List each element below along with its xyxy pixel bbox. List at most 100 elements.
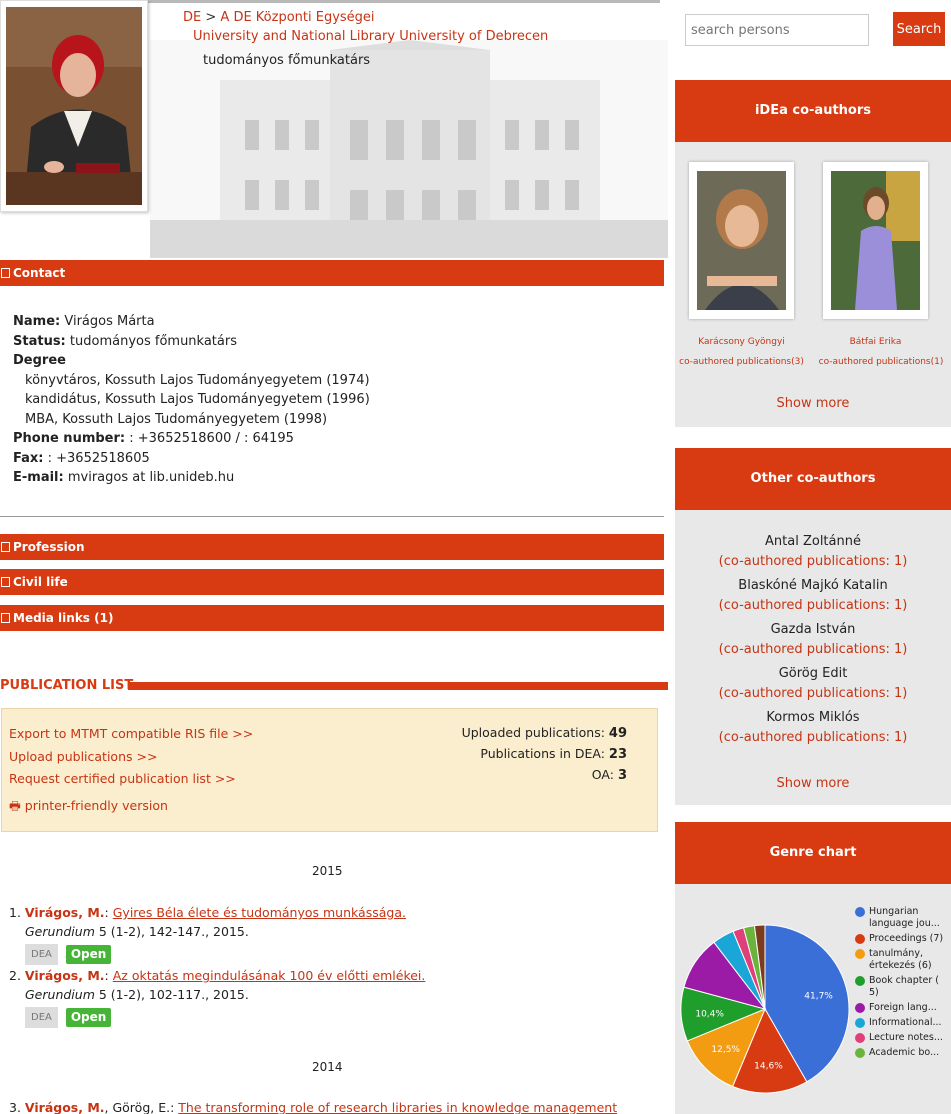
pie-slice-label: 41,7%: [804, 992, 833, 1002]
legend-item[interactable]: Foreign lang...: [855, 1002, 951, 1014]
fax-label: Fax:: [13, 450, 44, 466]
show-more-idea-link[interactable]: Show more: [675, 396, 951, 411]
genre-pie-chart: 41,7% 14,6% 12,5% 10,4%: [680, 924, 850, 1094]
genre-chart-title: Genre chart: [675, 822, 951, 884]
publication-details: 5 (1-2), 142-147., 2015.: [98, 924, 249, 939]
author-link[interactable]: Virágos, M.: [25, 968, 105, 983]
legend-item[interactable]: Proceedings (7): [855, 933, 951, 945]
divider: [0, 516, 664, 517]
coauthor-name-link[interactable]: Bátfai Erika: [823, 337, 928, 347]
publication-item: 1. Virágos, M.: Gyires Béla élete és tud…: [9, 903, 659, 965]
oa-count: 3: [617, 768, 627, 783]
coauthor-photo-batfai[interactable]: [823, 162, 928, 319]
legend-dot-icon: [855, 1003, 865, 1013]
item-number: 1.: [9, 905, 21, 920]
coauthor-name: Blaskóné Majkó Katalin: [738, 578, 888, 593]
coauthored-publications-link[interactable]: (co-authored publications: 1): [675, 684, 951, 704]
legend-item[interactable]: Informational...: [855, 1017, 951, 1029]
coauthor-name-link[interactable]: Karácsony Gyöngyi: [689, 337, 794, 347]
phone-label: Phone number:: [13, 431, 126, 446]
legend-label: Academic bo...: [869, 1047, 940, 1058]
legend-label: Informational...: [869, 1017, 942, 1028]
title-underline: [128, 682, 668, 690]
item-number: 3.: [9, 1100, 21, 1114]
export-ris-link[interactable]: Export to MTMT compatible RIS file >>: [9, 726, 253, 741]
dea-badge[interactable]: DEA: [25, 944, 58, 965]
collapse-square-icon: [1, 577, 10, 587]
phone-value: : +3652518600 / : 64195: [129, 431, 294, 446]
contact-section-toggle[interactable]: Contact: [0, 260, 664, 286]
coauthored-publications-link[interactable]: (co-authored publications: 1): [675, 728, 951, 748]
show-more-other-link[interactable]: Show more: [675, 776, 951, 791]
legend-item[interactable]: Book chapter ( 5): [855, 975, 951, 999]
publication-list-title: PUBLICATION LIST: [0, 678, 134, 693]
legend-dot-icon: [855, 1033, 865, 1043]
legend-label: Foreign lang...: [869, 1002, 937, 1013]
email-label: E-mail:: [13, 470, 64, 485]
legend-label: Book chapter ( 5): [869, 975, 939, 998]
idea-coauthors-title: iDEa co-authors: [675, 80, 951, 142]
publication-details: 5 (1-2), 102-117., 2015.: [98, 987, 249, 1002]
breadcrumb-link-de[interactable]: DE: [183, 10, 201, 25]
idea-coauthors-panel: iDEa co-authors Karácsony Gyöngyi co-aut…: [675, 80, 951, 427]
legend-dot-icon: [855, 1048, 865, 1058]
legend-label: Hungarian language jou...: [869, 906, 940, 929]
oa-label: OA:: [591, 767, 614, 782]
printer-friendly-link[interactable]: 🖶 printer-friendly version: [9, 797, 168, 818]
coauthored-publications-link[interactable]: (co-authored publications: 1): [675, 640, 951, 660]
coauthor-text: , Görög, E.:: [104, 1100, 175, 1114]
author-link[interactable]: Virágos, M.: [25, 1100, 105, 1114]
coauthor-name: Kormos Miklós: [766, 710, 860, 725]
printer-friendly-label: printer-friendly version: [24, 798, 168, 813]
uploaded-label: Uploaded publications:: [461, 725, 605, 740]
coauthored-publications-link[interactable]: co-authored publications(1): [817, 357, 945, 367]
item-number: 2.: [9, 968, 21, 983]
degree-item: kandidátus, Kossuth Lajos Tudományegyete…: [25, 392, 370, 407]
status-label: Status:: [13, 333, 66, 349]
media-links-section-toggle[interactable]: Media links (1): [0, 605, 664, 631]
contact-details: Name: Virágos Márta Status: tudományos f…: [13, 312, 653, 488]
degree-item: könyvtáros, Kossuth Lajos Tudományegyete…: [25, 372, 370, 388]
coauthored-publications-link[interactable]: co-authored publications(3): [679, 357, 804, 367]
author-separator: :: [104, 968, 109, 983]
name-value: Virágos Márta: [64, 314, 155, 329]
institution-link[interactable]: University and National Library Universi…: [193, 29, 548, 44]
status-value: tudományos főmunkatárs: [69, 333, 237, 349]
publication-title-link[interactable]: Gyires Béla élete és tudományos munkássá…: [113, 905, 406, 920]
uploaded-count: 49: [608, 726, 627, 741]
coauthored-publications-link[interactable]: (co-authored publications: 1): [675, 596, 951, 616]
legend-item[interactable]: Lecture notes...: [855, 1032, 951, 1044]
legend-dot-icon: [855, 949, 865, 959]
legend-dot-icon: [855, 934, 865, 944]
publication-title-link[interactable]: Az oktatás megindulásának 100 év előtti …: [113, 968, 426, 983]
dea-count: 23: [608, 747, 627, 762]
open-access-badge[interactable]: Open: [65, 1008, 112, 1027]
coauthor-name: Gazda István: [770, 622, 856, 637]
publication-title-link[interactable]: The transforming role of research librar…: [178, 1100, 617, 1114]
search-button[interactable]: Search: [893, 12, 945, 46]
upload-publications-link[interactable]: Upload publications >>: [9, 749, 157, 764]
journal-name: Gerundium: [25, 924, 95, 939]
legend-dot-icon: [855, 976, 865, 986]
genre-chart-legend: Hungarian language jou... Proceedings (7)…: [855, 906, 951, 1062]
printer-icon: 🖶: [9, 798, 21, 813]
pie-slice-label: 14,6%: [754, 1061, 783, 1071]
legend-item[interactable]: Academic bo...: [855, 1047, 951, 1059]
civil-life-section-toggle[interactable]: Civil life: [0, 569, 664, 595]
coauthor-photo-karacsony[interactable]: [689, 162, 794, 319]
degree-item: MBA, Kossuth Lajos Tudományegyetem (1998…: [25, 411, 328, 427]
legend-label: tanulmány, értekezés (6): [869, 948, 932, 971]
legend-item[interactable]: Hungarian language jou...: [855, 906, 951, 930]
dea-badge[interactable]: DEA: [25, 1007, 58, 1028]
coauthored-publications-link[interactable]: (co-authored publications: 1): [675, 552, 951, 572]
search-persons-input[interactable]: [685, 14, 869, 46]
profile-header: DE > A DE Központi Egységei University a…: [0, 0, 668, 258]
pie-slice-label: 12,5%: [711, 1045, 740, 1055]
breadcrumb-link-central-units[interactable]: A DE Központi Egységei: [220, 10, 374, 25]
publication-item: 3. Virágos, M., Görög, E.: The transform…: [9, 1098, 659, 1114]
profession-section-toggle[interactable]: Profession: [0, 534, 664, 560]
open-access-badge[interactable]: Open: [65, 945, 112, 964]
author-link[interactable]: Virágos, M.: [25, 905, 105, 920]
legend-item[interactable]: tanulmány, értekezés (6): [855, 948, 951, 972]
request-certified-list-link[interactable]: Request certified publication list >>: [9, 771, 236, 786]
